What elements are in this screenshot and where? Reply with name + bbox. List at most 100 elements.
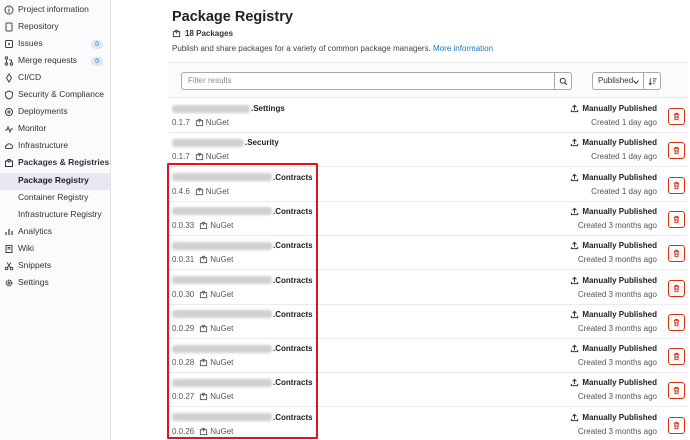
- package-name[interactable]: .Contracts: [172, 344, 313, 353]
- package-type-icon: [200, 324, 208, 332]
- created-time: Created 1 day ago: [591, 152, 657, 162]
- package-version: 0.0.26: [172, 426, 195, 436]
- published-label: Manually Published: [582, 206, 657, 216]
- package-row[interactable]: .Contracts 0.0.27 NuGet Manually Published C…: [169, 373, 688, 408]
- delete-button[interactable]: [668, 416, 685, 434]
- delete-button[interactable]: [668, 176, 685, 194]
- package-type-icon: [200, 358, 208, 367]
- package-type-icon: [200, 290, 208, 298]
- sidebar-item-monitor[interactable]: Monitor: [0, 121, 110, 138]
- published-label: Manually Published: [582, 275, 657, 285]
- upload-icon: [571, 310, 579, 318]
- package-type: NuGet: [205, 118, 229, 127]
- trash-icon: [673, 421, 680, 429]
- sidebar-item-label: Packages & Registries: [18, 157, 110, 167]
- package-name[interactable]: .Contracts: [172, 413, 313, 422]
- package-row[interactable]: .Contracts 0.0.29 NuGet Manually Published C…: [169, 305, 688, 339]
- delete-button[interactable]: [668, 108, 685, 125]
- delete-button[interactable]: [668, 313, 685, 331]
- package-type-icon: [200, 256, 208, 264]
- package-meta: 0.0.26 NuGet: [172, 427, 233, 436]
- shield-icon: [4, 90, 14, 100]
- created-time: Created 3 months ago: [577, 358, 657, 368]
- trash-icon: [673, 112, 680, 121]
- delete-button[interactable]: [668, 279, 685, 297]
- sidebar-item-project-information[interactable]: Project information: [0, 2, 110, 19]
- sidebar-item-label: Issues: [18, 38, 43, 48]
- package-row[interactable]: .Contracts 0.0.31 NuGet Manually Published C…: [169, 236, 688, 271]
- filter-placeholder: Filter results: [188, 76, 232, 85]
- sidebar-item-deployments[interactable]: Deployments: [0, 104, 110, 121]
- package-name[interactable]: .Contracts: [172, 173, 313, 182]
- package-type: NuGet: [205, 152, 229, 162]
- redacted-name: [172, 138, 244, 147]
- package-name[interactable]: .Contracts: [172, 241, 313, 250]
- package-row[interactable]: .Contracts 0.0.28 NuGet Manually Published C…: [169, 339, 688, 374]
- sidebar-item-analytics[interactable]: Analytics: [0, 224, 110, 241]
- package-type-icon: [195, 118, 203, 127]
- sidebar-item-cicd[interactable]: CI/CD: [0, 70, 110, 87]
- redacted-name: [172, 241, 272, 250]
- sidebar-item-wiki[interactable]: Wiki: [0, 241, 110, 258]
- info-icon: [4, 5, 14, 15]
- sidebar-item-security[interactable]: Security & Compliance: [0, 87, 110, 104]
- package-name-suffix: .Security: [245, 138, 279, 148]
- package-name[interactable]: .Contracts: [172, 276, 313, 285]
- package-row[interactable]: .Contracts 0.0.33 NuGet Manually Published C…: [169, 202, 688, 236]
- package-meta: 0.4.6 NuGet: [172, 187, 229, 196]
- sidebar-item-settings[interactable]: Settings: [0, 275, 110, 292]
- sort-dropdown[interactable]: Published: [592, 72, 644, 90]
- more-information-link[interactable]: More information: [433, 44, 493, 53]
- upload-icon: [571, 138, 579, 147]
- sidebar-item-package-registry[interactable]: Package Registry: [0, 173, 110, 190]
- sidebar-item-container-registry[interactable]: Container Registry: [0, 190, 110, 207]
- package-count-text: 18 Packages: [185, 29, 234, 38]
- sidebar-item-snippets[interactable]: Snippets: [0, 258, 110, 275]
- package-version: 0.1.7: [172, 152, 190, 162]
- chevron-down-icon: [633, 80, 639, 85]
- package-row[interactable]: .Settings 0.1.7 NuGet Manually Published Cre…: [169, 99, 688, 133]
- package-row[interactable]: .Contracts 0.0.26 NuGet Manually Published C…: [169, 408, 688, 440]
- published-label: Manually Published: [582, 241, 657, 251]
- search-button[interactable]: [554, 73, 571, 89]
- description-text: Publish and share packages for a variety…: [172, 44, 431, 53]
- delete-button[interactable]: [668, 210, 685, 228]
- package-name[interactable]: .Contracts: [172, 310, 313, 319]
- package-name[interactable]: .Settings: [172, 104, 285, 113]
- upload-icon: [571, 379, 579, 387]
- sidebar-item-infrastructure[interactable]: Infrastructure: [0, 138, 110, 155]
- published-status: Manually Published: [570, 104, 657, 113]
- count-badge: 0: [91, 40, 103, 49]
- package-row[interactable]: .Security 0.1.7 NuGet Manually Published Cre…: [169, 133, 688, 168]
- sidebar-item-issues[interactable]: Issues 0: [0, 36, 110, 53]
- package-meta: 0.1.7 NuGet: [172, 152, 229, 161]
- filter-input[interactable]: Filter results: [181, 72, 572, 90]
- sidebar-item-infrastructure-registry[interactable]: Infrastructure Registry: [0, 207, 110, 224]
- package-type: NuGet: [210, 426, 234, 436]
- delete-button[interactable]: [668, 245, 685, 263]
- delete-button[interactable]: [668, 348, 685, 366]
- count-badge: 0: [91, 57, 103, 66]
- published-label: Manually Published: [582, 378, 657, 388]
- sidebar-item-merge-requests[interactable]: Merge requests 0: [0, 53, 110, 70]
- package-name-suffix: .Contracts: [273, 344, 313, 354]
- sidebar-item-label: Infrastructure: [18, 140, 69, 150]
- sort-label: Published: [598, 76, 634, 85]
- merge-icon: [4, 56, 14, 66]
- upload-icon: [571, 104, 579, 113]
- trash-icon: [673, 318, 680, 326]
- package-name[interactable]: .Contracts: [172, 378, 313, 387]
- package-name[interactable]: .Security: [172, 138, 279, 147]
- published-label: Manually Published: [582, 138, 657, 148]
- sidebar-item-repository[interactable]: Repository: [0, 19, 110, 36]
- package-row[interactable]: .Contracts 0.4.6 NuGet Manually Published Cr…: [169, 168, 688, 202]
- package-name[interactable]: .Contracts: [172, 207, 313, 216]
- package-row[interactable]: .Contracts 0.0.30 NuGet Manually Published C…: [169, 271, 688, 305]
- sidebar-item-label: Deployments: [18, 106, 68, 116]
- sort-direction-button[interactable]: [644, 72, 661, 90]
- sidebar-item-packages-registries[interactable]: Packages & Registries: [0, 155, 110, 172]
- published-status: Manually Published: [570, 344, 657, 353]
- delete-button[interactable]: [668, 382, 685, 400]
- package-type: NuGet: [210, 289, 234, 299]
- delete-button[interactable]: [668, 142, 685, 160]
